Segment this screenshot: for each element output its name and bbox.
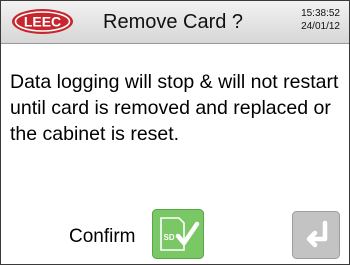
confirm-label: Confirm (69, 226, 136, 247)
clock-time: 15:38:52 (301, 8, 340, 19)
leec-logo: LEEC (12, 9, 73, 34)
confirm-button[interactable]: SD (152, 209, 204, 259)
back-button[interactable] (292, 211, 340, 259)
page-title: Remove Card ? (103, 11, 244, 33)
svg-text:SD: SD (164, 233, 175, 242)
warning-message: Data logging will stop & will not restar… (10, 71, 339, 145)
header-bar: LEEC Remove Card ? 15:38:52 24/01/12 (1, 1, 349, 44)
logo-text: LEEC (24, 14, 61, 30)
enter-return-icon (292, 211, 340, 259)
clock: 15:38:52 24/01/12 (301, 7, 340, 33)
sd-card-check-icon: SD (152, 209, 204, 259)
clock-date: 24/01/12 (301, 21, 340, 32)
dialog-screen: LEEC Remove Card ? 15:38:52 24/01/12 Dat… (0, 0, 350, 265)
